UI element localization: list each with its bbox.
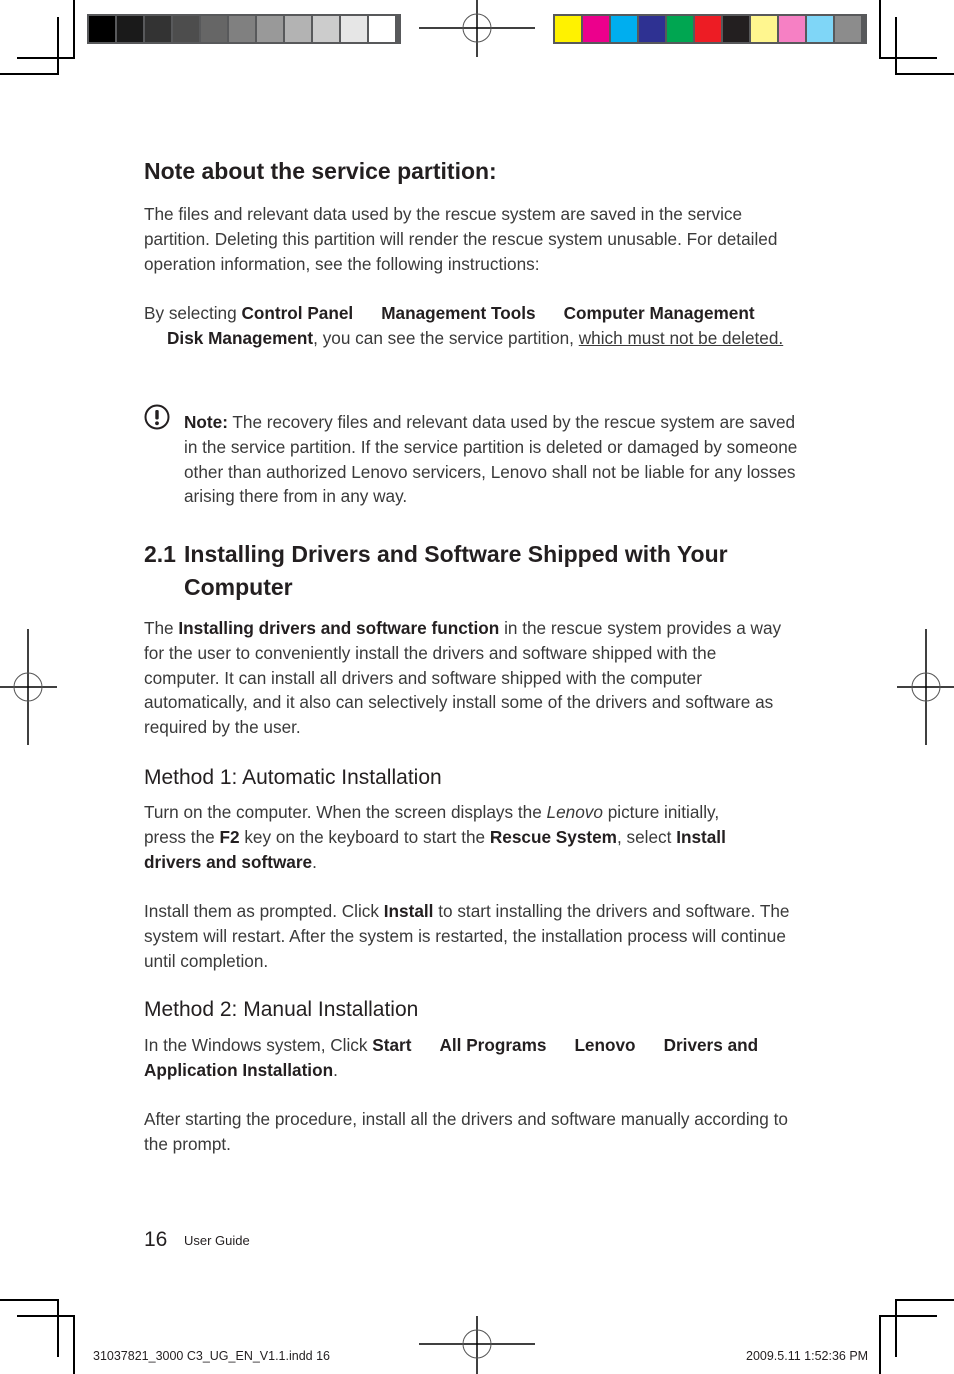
path-instructions-block: By selecting Control Panel Management Too… <box>144 301 804 351</box>
footer-label: User Guide <box>184 1233 250 1248</box>
color-swatch <box>117 16 143 42</box>
path-item-management-tools: Management Tools <box>381 303 536 323</box>
crop-mark <box>895 17 897 75</box>
slug-timestamp: 2009.5.11 1:52:36 PM <box>746 1349 869 1363</box>
crop-mark <box>895 1299 897 1357</box>
install-term: Install <box>383 901 434 922</box>
text: Turn on the computer. When the screen di… <box>144 802 547 822</box>
registration-mark-top <box>419 0 535 57</box>
crop-mark <box>73 1315 75 1374</box>
path-suffix: , you can see the service partition, <box>313 327 579 348</box>
method-2-heading: Method 2: Manual Installation <box>144 998 419 1021</box>
color-swatch <box>201 16 227 42</box>
path-item-computer-management: Computer Management <box>563 303 755 323</box>
path-prefix: By selecting <box>144 303 242 323</box>
method-2-block: In the Windows system, Click Start All Pr… <box>144 1033 804 1157</box>
crop-mark <box>17 57 75 59</box>
text: . <box>333 1059 338 1080</box>
method-1-block: Turn on the computer. When the screen di… <box>144 800 804 974</box>
function-name: Installing drivers and software function <box>178 618 500 638</box>
color-swatch <box>555 16 581 42</box>
section-intro-paragraph: The Installing drivers and software func… <box>144 616 790 740</box>
method-1-paragraph-2: Install them as prompted. Click Install … <box>144 899 804 973</box>
path-item-control-panel: Control Panel <box>241 303 354 323</box>
color-swatch <box>313 16 339 42</box>
section-intro-block: The Installing drivers and software func… <box>144 616 804 740</box>
color-swatch <box>173 16 199 42</box>
process-color-bar <box>553 14 867 44</box>
registration-mark-left <box>0 629 57 745</box>
color-swatch <box>341 16 367 42</box>
text: , select <box>616 826 677 847</box>
crop-mark <box>0 1299 58 1301</box>
note-intro-block: The files and relevant data used by the … <box>144 202 804 276</box>
section-number: 2.1 <box>144 541 176 567</box>
section-title: Installing Drivers and Software Shipped … <box>184 541 728 600</box>
method-1-heading: Method 1: Automatic Installation <box>144 766 442 789</box>
path-item-start: Start <box>372 1035 412 1055</box>
method-2-paragraph-1: In the Windows system, Click Start All Pr… <box>144 1033 804 1083</box>
color-swatch <box>751 16 777 42</box>
note-body: The recovery files and relevant data use… <box>184 412 798 507</box>
crop-mark <box>879 1315 881 1374</box>
path-item-disk-management: Disk Management <box>167 327 314 348</box>
color-swatch <box>583 16 609 42</box>
color-swatch <box>807 16 833 42</box>
color-swatch <box>779 16 805 42</box>
intro-text: The <box>144 618 179 638</box>
color-swatch <box>723 16 749 42</box>
crop-mark <box>879 0 881 58</box>
path-item-lenovo: Lenovo <box>574 1035 636 1055</box>
crop-mark <box>57 17 59 75</box>
text: key on the keyboard to start the <box>239 826 490 847</box>
method-1-paragraph-1: Turn on the computer. When the screen di… <box>144 800 754 874</box>
color-swatch <box>285 16 311 42</box>
note-label: Note: <box>184 412 228 432</box>
color-swatch <box>257 16 283 42</box>
crop-mark <box>73 0 75 58</box>
note-callout-text: Note: The recovery files and relevant da… <box>184 410 804 509</box>
path-instructions-paragraph: By selecting Control Panel Management Too… <box>144 301 804 351</box>
color-swatch <box>369 16 395 42</box>
crop-mark <box>879 1315 937 1317</box>
warning-underlined-text: which must not be deleted. <box>578 327 784 348</box>
color-swatch <box>89 16 115 42</box>
color-swatch <box>695 16 721 42</box>
path-item-all-programs: All Programs <box>439 1035 547 1055</box>
registration-mark-bottom <box>419 1316 535 1374</box>
key-f2: F2 <box>219 826 240 847</box>
crop-mark <box>895 1299 954 1301</box>
text: . <box>312 851 317 872</box>
color-swatch <box>145 16 171 42</box>
note-callout: Note: The recovery files and relevant da… <box>184 410 804 509</box>
color-swatch <box>835 16 861 42</box>
crop-mark <box>879 57 937 59</box>
color-swatch <box>639 16 665 42</box>
crop-mark <box>57 1299 59 1357</box>
registration-mark-right <box>897 629 954 745</box>
brand-italic: Lenovo <box>546 802 603 822</box>
grayscale-color-bar <box>87 14 401 44</box>
color-swatch <box>667 16 693 42</box>
rescue-system-term: Rescue System <box>489 826 617 847</box>
crop-mark <box>17 1315 75 1317</box>
method-2-paragraph-2: After starting the procedure, install al… <box>144 1109 788 1155</box>
exclamation-circle-icon <box>144 404 170 430</box>
color-swatch <box>229 16 255 42</box>
color-swatch <box>611 16 637 42</box>
text: In the Windows system, Click <box>144 1035 373 1055</box>
note-intro-paragraph: The files and relevant data used by the … <box>144 204 778 274</box>
slug-filename: 31037821_3000 C3_UG_EN_V1.1.indd 16 <box>93 1349 330 1363</box>
section-heading-note: Note about the service partition: <box>144 158 497 184</box>
crop-mark <box>0 73 58 75</box>
text: Install them as prompted. Click <box>144 901 384 922</box>
section-heading-2-1: 2.1 Installing Drivers and Software Shipp… <box>144 538 804 604</box>
page-number: 16 <box>144 1228 168 1251</box>
crop-mark <box>895 73 954 75</box>
